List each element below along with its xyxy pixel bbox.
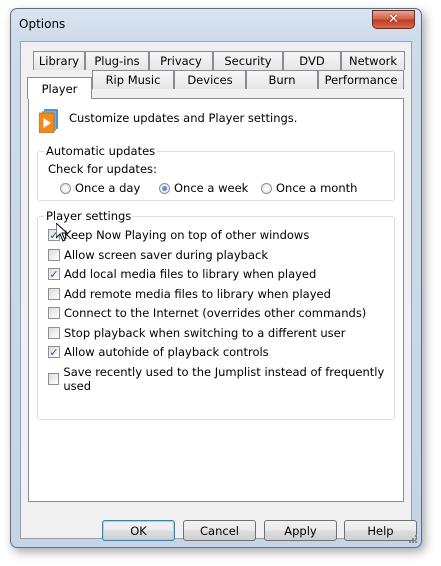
window-title: Options <box>19 17 66 31</box>
mouse-cursor-icon <box>56 223 68 242</box>
close-button[interactable]: ✕ <box>372 10 415 29</box>
tab-rip-music[interactable]: Rip Music <box>92 70 174 89</box>
checkbox[interactable] <box>48 288 60 300</box>
radio-indicator-selected[interactable] <box>159 182 170 194</box>
tab-performance[interactable]: Performance <box>318 70 404 89</box>
tab-plug-ins[interactable]: Plug-ins <box>85 51 149 70</box>
radio-indicator[interactable] <box>60 182 71 194</box>
checkbox[interactable]: ✓ <box>48 346 60 358</box>
player-settings-group: Player settings ✓ Keep Now Playing on to… <box>37 209 395 420</box>
cancel-button[interactable]: Cancel <box>183 520 256 541</box>
resize-grip-icon[interactable] <box>408 534 418 544</box>
radio-once-a-week[interactable]: Once a week <box>159 181 248 195</box>
tab-security[interactable]: Security <box>213 51 283 70</box>
checkbox-screen-saver[interactable]: Allow screen saver during playback <box>48 248 268 262</box>
tab-library[interactable]: Library <box>33 51 85 70</box>
dialog-client: Library Plug-ins Privacy Security DVD Ne… <box>20 41 417 541</box>
tab-dvd[interactable]: DVD <box>283 51 341 70</box>
player-tab-panel: Customize updates and Player settings. A… <box>28 98 404 502</box>
header-description: Customize updates and Player settings. <box>69 111 298 125</box>
checkbox-add-local-media[interactable]: ✓ Add local media files to library when … <box>48 267 316 281</box>
radio-indicator[interactable] <box>261 182 272 194</box>
checkbox-jumplist[interactable]: Save recently used to the Jumplist inste… <box>48 365 394 393</box>
title-bar[interactable]: Options ✕ <box>11 9 421 39</box>
options-dialog: Options ✕ Library Plug-ins Privacy Secur… <box>10 8 422 548</box>
help-button[interactable]: Help <box>344 520 417 541</box>
checkbox-stop-playback[interactable]: Stop playback when switching to a differ… <box>48 326 345 340</box>
checkbox-autohide-controls[interactable]: ✓ Allow autohide of playback controls <box>48 345 269 359</box>
checkbox[interactable] <box>48 249 60 261</box>
checkbox-keep-on-top[interactable]: ✓ Keep Now Playing on top of other windo… <box>48 228 309 242</box>
checkbox[interactable]: ✓ <box>48 268 60 280</box>
automatic-updates-legend: Automatic updates <box>44 144 158 158</box>
checkbox[interactable] <box>48 307 60 319</box>
checkbox-connect-internet[interactable]: Connect to the Internet (overrides other… <box>48 306 366 320</box>
checkbox[interactable] <box>48 327 60 339</box>
tab-network[interactable]: Network <box>341 51 405 70</box>
tab-privacy[interactable]: Privacy <box>149 51 213 70</box>
checkbox[interactable] <box>48 373 60 385</box>
tab-devices[interactable]: Devices <box>174 70 246 89</box>
radio-once-a-month[interactable]: Once a month <box>261 181 357 195</box>
tab-player[interactable]: Player <box>27 77 92 99</box>
radio-once-a-day[interactable]: Once a day <box>60 181 140 195</box>
check-updates-label: Check for updates: <box>48 162 157 176</box>
tab-burn[interactable]: Burn <box>246 70 318 89</box>
automatic-updates-group: Automatic updates Check for updates: Onc… <box>37 144 395 201</box>
checkbox-add-remote-media[interactable]: Add remote media files to library when p… <box>48 287 331 301</box>
ok-button[interactable]: OK <box>102 520 175 541</box>
player-settings-legend: Player settings <box>44 209 134 223</box>
close-icon: ✕ <box>388 12 399 27</box>
apply-button[interactable]: Apply <box>264 520 337 541</box>
player-icon <box>39 109 58 133</box>
